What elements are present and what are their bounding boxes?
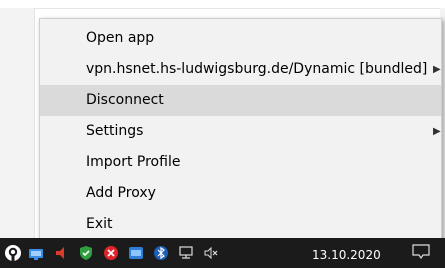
menu-item-label: Add Proxy bbox=[86, 185, 156, 201]
taskbar-date[interactable]: 13.10.2020 bbox=[312, 247, 381, 263]
submenu-arrow-icon: ▶ bbox=[433, 126, 441, 137]
background-window-sidebar bbox=[0, 8, 35, 238]
menu-item-label: Import Profile bbox=[86, 154, 181, 170]
menu-item-vpn-profile[interactable]: vpn.hsnet.hs-ludwigsburg.de/Dynamic [bun… bbox=[40, 54, 441, 85]
context-menu: Open app vpn.hsnet.hs-ludwigsburg.de/Dyn… bbox=[39, 18, 442, 242]
menu-item-label: Disconnect bbox=[86, 92, 164, 108]
menu-item-disconnect[interactable]: Disconnect bbox=[40, 85, 441, 116]
volume-muted-icon[interactable] bbox=[203, 245, 219, 261]
red-app-icon[interactable] bbox=[103, 245, 119, 261]
background-window-top bbox=[0, 0, 445, 9]
menu-item-label: Exit bbox=[86, 216, 113, 232]
bluetooth-icon[interactable] bbox=[153, 245, 169, 261]
menu-item-label: Open app bbox=[86, 30, 155, 46]
menu-item-settings[interactable]: Settings ▶ bbox=[40, 116, 441, 147]
network-icon[interactable] bbox=[178, 245, 194, 261]
submenu-arrow-icon: ▶ bbox=[433, 64, 441, 75]
menu-item-label: vpn.hsnet.hs-ludwigsburg.de/Dynamic [bun… bbox=[86, 61, 428, 77]
network-app-icon[interactable] bbox=[28, 245, 44, 261]
menu-item-import-profile[interactable]: Import Profile bbox=[40, 147, 441, 178]
menu-item-exit[interactable]: Exit bbox=[40, 209, 441, 240]
menu-item-open-app[interactable]: Open app bbox=[40, 23, 441, 54]
menu-item-add-proxy[interactable]: Add Proxy bbox=[40, 178, 441, 209]
openvpn-icon[interactable] bbox=[4, 244, 22, 262]
notification-icon[interactable] bbox=[412, 244, 430, 259]
blue-app-icon[interactable] bbox=[128, 245, 144, 261]
security-shield-icon[interactable] bbox=[78, 245, 94, 261]
menu-item-label: Settings bbox=[86, 123, 144, 139]
speaker-app-icon[interactable] bbox=[53, 245, 69, 261]
